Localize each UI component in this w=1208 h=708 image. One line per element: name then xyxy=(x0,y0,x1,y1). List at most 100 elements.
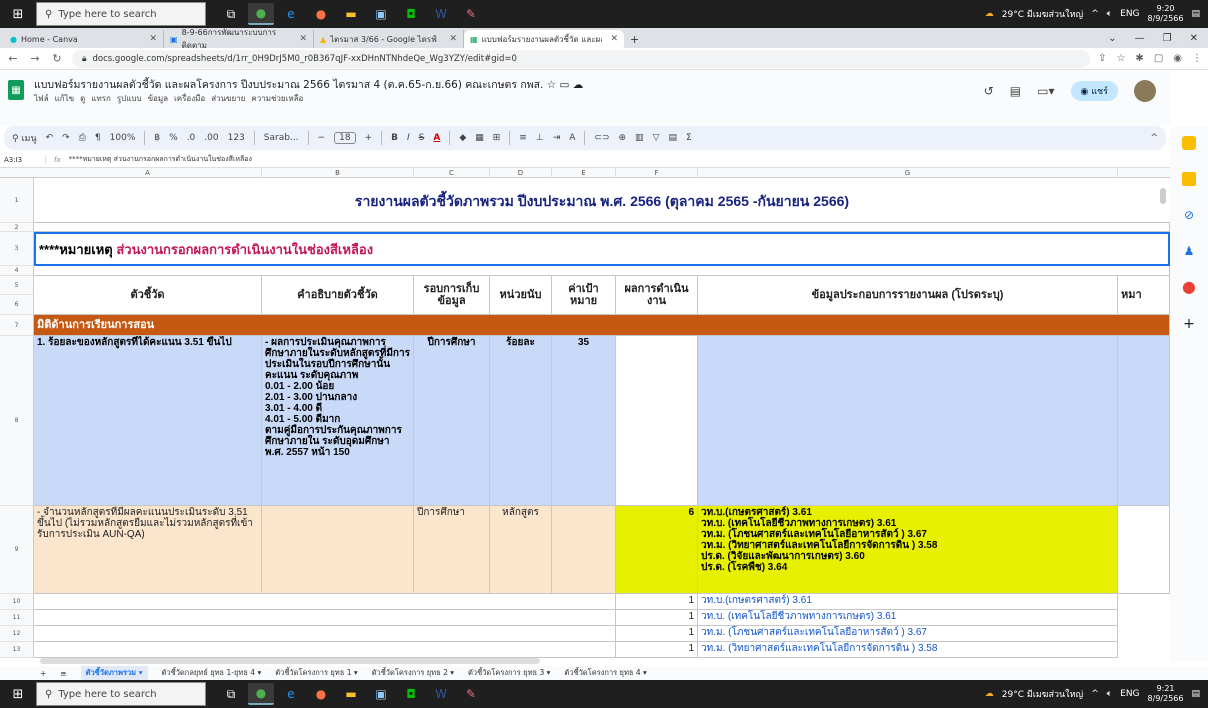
program-cell-row10[interactable]: วท.บ.(เกษตรศาสตร์) 3.61 xyxy=(698,594,1118,610)
language-indicator[interactable]: ENG xyxy=(1120,689,1139,699)
program-cell-row12[interactable]: วท.ม. (โภชนศาสตร์และเทคโนโลยีอาหารสัตว์ … xyxy=(698,626,1118,642)
column-header-b[interactable]: B xyxy=(262,168,414,178)
all-sheets-icon[interactable]: ≡ xyxy=(60,669,66,678)
close-tab-icon[interactable]: ✕ xyxy=(449,34,457,44)
browser-tab-drive[interactable]: ▲ ไตรมาส 3/66 - Google ไดรฟ์ ✕ xyxy=(314,30,464,48)
font-increase-button[interactable]: + xyxy=(365,133,373,143)
description-cell-row8[interactable]: - ผลการประเมินคุณภาพการศึกษาภายในระดับหล… xyxy=(262,336,414,506)
details-cell-row8[interactable] xyxy=(698,336,1118,506)
result-cell-row8[interactable] xyxy=(616,336,698,506)
menu-data[interactable]: ข้อมูล xyxy=(148,92,168,105)
paint-icon[interactable]: ✎ xyxy=(458,683,484,705)
paint-format-icon[interactable]: ¶ xyxy=(95,133,101,143)
tray-chevron-icon[interactable]: ^ xyxy=(1091,689,1099,699)
menu-view[interactable]: ดู xyxy=(80,92,85,105)
header-details[interactable]: ข้อมูลประกอบการรายงานผล (โปรดระบุ) xyxy=(698,276,1118,315)
merge-cells-icon[interactable]: ⊞ xyxy=(493,133,501,143)
close-tab-icon[interactable]: ✕ xyxy=(149,34,157,44)
redo-icon[interactable]: ↷ xyxy=(62,133,70,143)
contacts-icon[interactable]: ♟ xyxy=(1182,244,1196,258)
wrap-icon[interactable]: ⇥ xyxy=(553,133,561,143)
restore-icon[interactable]: ❐ xyxy=(1163,33,1172,44)
sheet-title-cell[interactable]: รายงานผลตัวชี้วัดภาพรวม ปีงบประมาณ พ.ศ. … xyxy=(34,178,1170,223)
task-view-icon[interactable]: ⧉ xyxy=(218,3,244,25)
count-cell-row10[interactable]: 1 xyxy=(616,594,698,610)
browser-tab-sheets[interactable]: ▦แบบฟอร์มรายงานผลตัวชี้วัด และผลโครงการ✕ xyxy=(464,30,624,48)
details-cell-row9[interactable]: วท.บ.(เกษตรศาสตร์) 3.61 วท.บ. (เทคโนโลยี… xyxy=(698,506,1118,594)
maps-icon[interactable]: ⬤ xyxy=(1182,280,1196,294)
empty-row-4[interactable] xyxy=(34,266,1170,276)
header-unit[interactable]: หน่วยนับ xyxy=(490,276,552,315)
move-folder-icon[interactable]: ▭ xyxy=(559,79,569,91)
tab-search-icon[interactable]: ⌄ xyxy=(1108,33,1116,44)
print-icon[interactable]: ⎙ xyxy=(79,133,86,143)
extra-cell-row8[interactable] xyxy=(1118,336,1170,506)
link-icon[interactable]: ⊂⊃ xyxy=(594,133,609,143)
empty-cells-row10[interactable] xyxy=(34,594,616,610)
row-header-5[interactable]: 5 xyxy=(0,276,34,295)
menu-extensions[interactable]: ส่วนขยาย xyxy=(211,92,245,105)
indicator-cell-row8[interactable]: 1. ร้อยละของหลักสูตรที่ได้คะแนน 3.51 ขึ้… xyxy=(34,336,262,506)
task-view-icon[interactable]: ⧉ xyxy=(218,683,244,705)
chrome-icon[interactable]: ● xyxy=(248,3,274,25)
bold-button[interactable]: B xyxy=(391,133,398,143)
sheet-tab-project-1[interactable]: ตัวชี้วัดโครงการ ยุทธ 1 ▾ xyxy=(275,667,357,679)
increase-decimal-button[interactable]: .00 xyxy=(204,133,218,143)
volume-icon[interactable]: 🔈︎ xyxy=(1107,689,1112,699)
row-header-11[interactable]: 11 xyxy=(0,610,34,626)
tray-chevron-icon[interactable]: ^ xyxy=(1091,9,1099,19)
taskbar-search[interactable]: ⚲ Type here to search xyxy=(36,2,206,26)
cycle-cell-row8[interactable]: ปีการศึกษา xyxy=(414,336,490,506)
font-select[interactable]: Sarab... xyxy=(264,133,299,143)
keep-icon[interactable] xyxy=(1182,172,1196,186)
text-color-button[interactable]: A xyxy=(433,133,440,143)
unit-cell-row8[interactable]: ร้อยละ xyxy=(490,336,552,506)
edge-icon[interactable]: e xyxy=(278,3,304,25)
row-header-4[interactable]: 4 xyxy=(0,266,34,276)
unit-cell-row9[interactable]: หลักสูตร xyxy=(490,506,552,594)
notification-icon[interactable]: ▤ xyxy=(1191,9,1200,19)
clock[interactable]: 9:21 8/9/2566 xyxy=(1148,684,1184,704)
taskbar-search[interactable]: ⚲ Type here to search xyxy=(36,682,206,706)
name-box[interactable]: A3:I3 xyxy=(0,155,46,164)
strikethrough-button[interactable]: S xyxy=(419,133,425,143)
volume-icon[interactable]: 🔈︎ xyxy=(1107,9,1112,19)
windows-start-icon[interactable]: ⊞ xyxy=(0,680,36,708)
header-result[interactable]: ผลการดำเนินงาน xyxy=(616,276,698,315)
forward-icon[interactable]: → xyxy=(28,52,42,65)
column-header-g[interactable]: G xyxy=(698,168,1118,178)
sheet-tab-strategy[interactable]: ตัวชี้วัดกลยุทธ์ ยุทธ 1-ยุทธ 4 ▾ xyxy=(162,667,262,679)
currency-button[interactable]: ฿ xyxy=(154,133,160,143)
header-target[interactable]: ค่าเป้าหมาย xyxy=(552,276,616,315)
count-cell-row13[interactable]: 1 xyxy=(616,642,698,658)
row-header-10[interactable]: 10 xyxy=(0,594,34,610)
column-header-a[interactable]: A xyxy=(34,168,262,178)
valign-icon[interactable]: ⊥ xyxy=(536,133,544,143)
share-button[interactable]: ◉ แชร์ xyxy=(1070,81,1118,101)
close-tab-icon[interactable]: ✕ xyxy=(299,34,307,44)
dimension-row[interactable]: มิติด้านการเรียนการสอน xyxy=(34,315,1170,336)
chart-icon[interactable]: ▥ xyxy=(635,133,644,143)
fill-color-icon[interactable]: ◆ xyxy=(459,133,466,143)
result-cell-row9[interactable]: 6 xyxy=(616,506,698,594)
row-header-1[interactable]: 1 xyxy=(0,178,34,223)
calendar-icon[interactable] xyxy=(1182,136,1196,150)
comment-icon[interactable]: ⊕ xyxy=(619,133,627,143)
weather-icon[interactable]: ☁ xyxy=(985,689,994,699)
bookmark-star-icon[interactable]: ☆ xyxy=(1116,53,1125,64)
horizontal-scrollbar[interactable] xyxy=(40,658,540,664)
chrome-icon[interactable]: ● xyxy=(248,683,274,705)
windows-start-icon[interactable]: ⊞ xyxy=(0,0,36,28)
description-cell-row9[interactable] xyxy=(262,506,414,594)
explorer-icon[interactable]: ▬ xyxy=(338,683,364,705)
header-description[interactable]: คำอธิบายตัวชี้วัด xyxy=(262,276,414,315)
vertical-scrollbar[interactable] xyxy=(1160,188,1166,204)
row-header-3[interactable]: 3 xyxy=(0,232,34,266)
row-header-2[interactable]: 2 xyxy=(0,223,34,232)
search-menu-icon[interactable]: ⚲ เมนู xyxy=(12,131,37,145)
firefox-icon[interactable]: ● xyxy=(308,683,334,705)
decrease-decimal-button[interactable]: .0 xyxy=(187,133,196,143)
sheet-tab-project-2[interactable]: ตัวชี้วัดโครงการ ยุทธ 2 ▾ xyxy=(372,667,454,679)
font-decrease-button[interactable]: − xyxy=(318,133,326,143)
sheet-tab-project-3[interactable]: ตัวชี้วัดโครงการ ยุทธ 3 ▾ xyxy=(468,667,550,679)
